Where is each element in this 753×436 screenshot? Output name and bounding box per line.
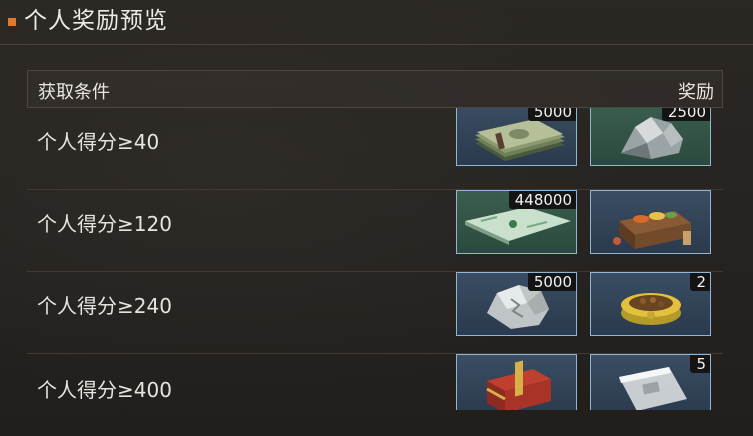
reward-row: 个人得分≥400 5 bbox=[27, 354, 723, 410]
item-quantity: 5 bbox=[690, 355, 710, 373]
reward-item-pet-food-bowl[interactable]: 2 bbox=[590, 272, 711, 336]
reward-item-red-chest[interactable] bbox=[456, 354, 577, 410]
item-quantity: 2 bbox=[690, 273, 710, 291]
reward-item-plastic-bag[interactable]: 5 bbox=[590, 354, 711, 410]
condition-text: 个人得分≥120 bbox=[37, 212, 172, 236]
red-treasure-chest-icon bbox=[486, 360, 551, 410]
item-quantity: 448000 bbox=[508, 191, 576, 209]
header-marker-icon bbox=[8, 18, 16, 26]
reward-list[interactable]: 个人得分≥40 5000 2500 个人得分≥120 448000 个人得分≥2… bbox=[27, 108, 723, 410]
column-header-reward: 奖励 bbox=[678, 82, 714, 103]
reward-item-voucher[interactable]: 448000 bbox=[456, 190, 577, 254]
condition-text: 个人得分≥40 bbox=[37, 130, 160, 154]
reward-item-crystal-stone[interactable]: 5000 bbox=[456, 272, 577, 336]
panel-title: 个人奖励预览 bbox=[24, 8, 168, 34]
reward-item-silver-ore[interactable]: 2500 bbox=[590, 108, 711, 166]
reward-item-food-crate[interactable] bbox=[590, 190, 711, 254]
column-header-condition: 获取条件 bbox=[38, 82, 110, 103]
reward-row: 个人得分≥240 5000 2 bbox=[27, 272, 723, 354]
item-quantity: 5000 bbox=[527, 108, 576, 121]
panel-header: 个人奖励预览 bbox=[0, 0, 753, 45]
reward-preview-panel: 个人奖励预览 获取条件 奖励 个人得分≥40 5000 2500 个人得分≥12… bbox=[0, 0, 753, 436]
reward-row: 个人得分≥40 5000 2500 bbox=[27, 108, 723, 190]
food-crate-icon bbox=[613, 211, 691, 249]
item-quantity: 5000 bbox=[527, 273, 576, 291]
table-header: 获取条件 奖励 bbox=[27, 70, 723, 108]
reward-item-cash[interactable]: 5000 bbox=[456, 108, 577, 166]
condition-text: 个人得分≥240 bbox=[37, 294, 172, 318]
reward-row: 个人得分≥120 448000 bbox=[27, 190, 723, 272]
item-quantity: 2500 bbox=[661, 108, 710, 121]
condition-text: 个人得分≥400 bbox=[37, 378, 172, 402]
